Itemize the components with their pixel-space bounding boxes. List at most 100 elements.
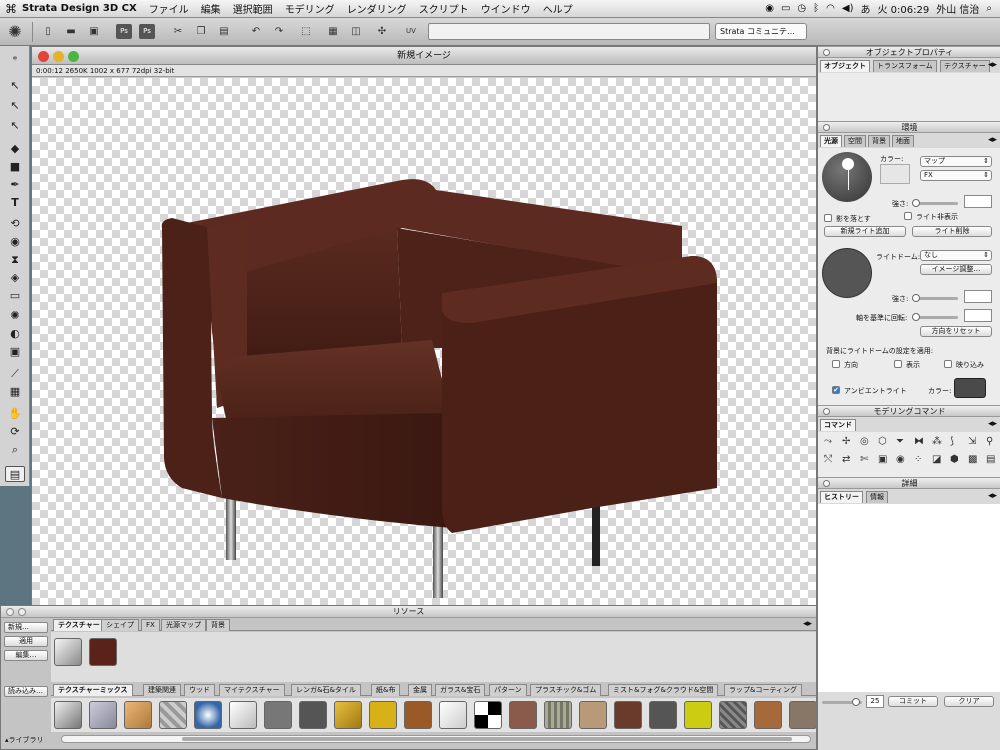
render-region-icon[interactable]: ⬚	[298, 24, 314, 39]
direction-checkbox[interactable]	[832, 360, 840, 368]
rotate-axis-input[interactable]	[964, 309, 992, 322]
menu-rendering[interactable]: レンダリング	[347, 1, 407, 16]
ambient-color-well[interactable]	[954, 378, 986, 398]
command-corner-icon[interactable]: ◪	[932, 454, 941, 465]
category-architecture[interactable]: 建築関連	[143, 684, 181, 696]
cube-primitive-icon[interactable]: ◆	[5, 141, 25, 157]
commands-tab-menu-icon[interactable]: ◂▸	[988, 419, 997, 429]
palette-collapse-icon[interactable]: ⩷	[5, 50, 25, 66]
light-dome-sphere[interactable]	[822, 248, 872, 298]
texture-swatch[interactable]	[299, 701, 327, 729]
environment-tab-menu-icon[interactable]: ◂▸	[988, 135, 997, 145]
tab-transform[interactable]: トランスフォーム	[873, 60, 937, 72]
texture-swatch[interactable]	[579, 701, 607, 729]
category-plastic-rubber[interactable]: プラスチック&ゴム	[530, 684, 602, 696]
texture-grid-icon[interactable]: ▦	[5, 384, 25, 400]
tab-space[interactable]: 空間	[844, 135, 866, 147]
tab-history[interactable]: ヒストリー	[820, 491, 863, 503]
display-icon[interactable]: ▭	[781, 3, 790, 14]
texture-swatch[interactable]	[684, 701, 712, 729]
reset-direction-button[interactable]: 方向をリセット	[920, 326, 992, 337]
light-bulb-icon[interactable]: ✺	[5, 308, 25, 324]
tab-object-texture[interactable]: テクスチャー	[940, 60, 990, 72]
category-wood[interactable]: ウッド	[184, 684, 215, 696]
resources-close-button[interactable]	[6, 608, 14, 616]
category-mist-fog-cloud[interactable]: ミスト&フォグ&クラウド&空間	[608, 684, 719, 696]
fx-select[interactable]: FX	[920, 170, 992, 181]
texture-swatch[interactable]	[754, 701, 782, 729]
command-layer-icon[interactable]: ▤	[986, 454, 995, 465]
dome-strength-slider[interactable]	[912, 294, 958, 302]
texture-swatch[interactable]	[649, 701, 677, 729]
import-resource-button[interactable]: 読み込み…	[4, 686, 48, 697]
clear-button[interactable]: クリア	[944, 696, 994, 707]
texture-swatch[interactable]	[439, 701, 467, 729]
modeling-commands-close-button[interactable]	[823, 408, 830, 415]
swatch-leather-active[interactable]	[89, 638, 117, 666]
swatch-metal-active[interactable]	[54, 638, 82, 666]
ambient-light-checkbox[interactable]: ✔	[832, 386, 840, 394]
menu-window[interactable]: ウインドウ	[481, 1, 531, 16]
rotate-axis-slider[interactable]	[912, 313, 958, 321]
command-split-icon[interactable]: ⧓	[914, 436, 924, 447]
command-cube-icon[interactable]: ▩	[968, 454, 977, 465]
menu-selection[interactable]: 選択範囲	[233, 1, 273, 16]
category-paper-cloth[interactable]: 紙&布	[371, 684, 401, 696]
input-method-indicator[interactable]: あ	[860, 1, 870, 16]
category-texture-mix[interactable]: テクスチャーミックス	[53, 684, 133, 696]
reflection-checkbox[interactable]	[944, 360, 952, 368]
new-file-icon[interactable]: ▯	[40, 24, 56, 39]
status-icon[interactable]: ◉	[765, 3, 774, 14]
cut-icon[interactable]: ✂	[170, 24, 186, 39]
delete-light-button[interactable]: ライト削除	[912, 226, 992, 237]
tab-commands[interactable]: コマンド	[820, 419, 856, 431]
edit-resource-button[interactable]: 編集…	[4, 650, 48, 661]
strata-logo-icon[interactable]: ✺	[4, 21, 26, 43]
select-arrow-icon[interactable]: ↖	[5, 78, 25, 94]
text-tool-icon[interactable]: T	[5, 195, 25, 211]
texture-swatch[interactable]	[124, 701, 152, 729]
command-weld-icon[interactable]: ⟆	[950, 436, 954, 447]
object-tab-menu-icon[interactable]: ◂▸	[988, 60, 997, 70]
command-smooth-icon[interactable]: ⬡	[878, 436, 887, 447]
texture-swatch[interactable]	[264, 701, 292, 729]
time-machine-icon[interactable]: ◷	[797, 3, 806, 14]
direct-select-icon[interactable]: ↖	[5, 118, 25, 134]
app-name-menu[interactable]: Strata Design 3D CX	[22, 3, 137, 14]
bluetooth-icon[interactable]: ᛒ	[813, 3, 819, 14]
user-name[interactable]: 外山 信治	[936, 1, 979, 16]
open-folder-icon[interactable]: ▬	[63, 24, 79, 39]
menu-edit[interactable]: 編集	[201, 1, 221, 16]
add-light-button[interactable]: 新規ライト追加	[824, 226, 906, 237]
history-slider[interactable]	[822, 698, 862, 706]
command-flip-icon[interactable]: ⇄	[842, 454, 850, 465]
texture-swatch[interactable]	[789, 701, 816, 729]
texture-swatch[interactable]	[474, 701, 502, 729]
paste-icon[interactable]: ▤	[216, 24, 232, 39]
apple-icon[interactable]: ⌘	[0, 2, 22, 16]
command-wand-icon[interactable]: ⚲	[986, 436, 993, 447]
strength-input[interactable]	[964, 195, 992, 208]
light-direction-sphere[interactable]	[822, 152, 872, 202]
library-scroll-thumb[interactable]	[182, 737, 792, 741]
rotate-view-icon[interactable]: ⟳	[5, 424, 25, 440]
tab-object[interactable]: オブジェクト	[820, 60, 870, 72]
texture-swatch[interactable]	[509, 701, 537, 729]
rotate-axis-slider-knob[interactable]	[912, 313, 920, 321]
zoom-icon[interactable]: ⌕	[5, 442, 25, 458]
render-canvas[interactable]	[32, 78, 816, 607]
command-subdivide-icon[interactable]: ⬢	[950, 454, 959, 465]
texture-swatch[interactable]	[614, 701, 642, 729]
render-tool-icon[interactable]: ▤	[5, 466, 25, 482]
save-icon[interactable]: ▣	[86, 24, 102, 39]
category-pattern[interactable]: パターン	[489, 684, 527, 696]
strength-slider-knob[interactable]	[912, 199, 920, 207]
rectangle-icon[interactable]: ■	[5, 159, 25, 175]
tab-ground[interactable]: 地面	[892, 135, 914, 147]
light-color-well[interactable]	[880, 164, 910, 184]
texture-swatch[interactable]	[89, 701, 117, 729]
command-twist-icon[interactable]: ✢	[842, 436, 850, 447]
eyedropper-icon[interactable]: ⟋	[5, 366, 25, 382]
history-list[interactable]	[818, 504, 1000, 692]
photoshop-export-icon[interactable]: Ps	[116, 24, 132, 39]
